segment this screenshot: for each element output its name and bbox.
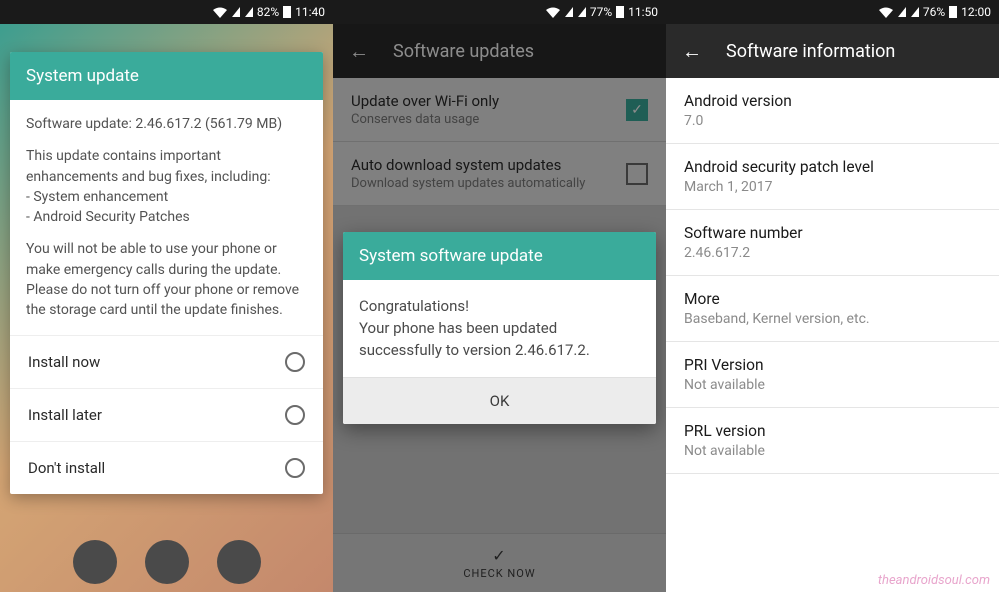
dialog-title: System update	[10, 52, 323, 100]
update-description-bullet: - Android Security Patches	[26, 207, 307, 227]
dialog-body: Congratulations! Your phone has been upd…	[343, 280, 656, 377]
ok-button[interactable]: OK	[343, 377, 656, 424]
info-title: PRI Version	[684, 356, 981, 374]
app-bar-title: Software information	[726, 41, 895, 62]
info-title: More	[684, 290, 981, 308]
battery-icon	[616, 6, 624, 18]
update-description-intro: This update contains important enhanceme…	[26, 146, 307, 187]
version-line: Software update: 2.46.617.2 (561.79 MB)	[26, 114, 307, 134]
clock: 11:40	[295, 5, 325, 19]
info-prl-version[interactable]: PRL version Not available	[666, 408, 999, 474]
clock: 12:00	[961, 5, 991, 19]
radio-icon	[285, 405, 305, 425]
info-value: 2.46.617.2	[684, 245, 981, 261]
signal-icon-2	[578, 7, 586, 17]
status-bar: 77% 11:50	[333, 0, 666, 24]
signal-icon	[565, 7, 573, 17]
dialog-title: System software update	[343, 232, 656, 280]
radio-icon	[285, 352, 305, 372]
wifi-icon	[546, 7, 560, 18]
clock: 11:50	[628, 5, 658, 19]
software-information-screen: ← Software information Android version 7…	[666, 24, 999, 592]
phone-2-update-success: 77% 11:50 ← Software updates Update over…	[333, 0, 666, 592]
app-bar: ← Software information	[666, 24, 999, 78]
option-install-now[interactable]: Install now	[10, 336, 323, 389]
info-value: March 1, 2017	[684, 179, 981, 195]
watermark: theandroidsoul.com	[878, 573, 990, 588]
dock-app-icon[interactable]	[73, 540, 117, 584]
info-software-number[interactable]: Software number 2.46.617.2	[666, 210, 999, 276]
radio-icon	[285, 458, 305, 478]
info-list: Android version 7.0 Android security pat…	[666, 78, 999, 474]
info-value: 7.0	[684, 113, 981, 129]
dock-app-icon[interactable]	[145, 540, 189, 584]
dock	[0, 540, 333, 584]
dock-app-icon[interactable]	[217, 540, 261, 584]
info-title: PRL version	[684, 422, 981, 440]
dialog-line: Congratulations!	[359, 296, 640, 318]
signal-icon	[898, 7, 906, 17]
wifi-icon	[879, 7, 893, 18]
software-updates-screen: ← Software updates Update over Wi-Fi onl…	[333, 24, 666, 592]
status-bar: 76% 12:00	[666, 0, 999, 24]
info-security-patch[interactable]: Android security patch level March 1, 20…	[666, 144, 999, 210]
signal-icon-2	[911, 7, 919, 17]
info-title: Android version	[684, 92, 981, 110]
home-wallpaper: System update Software update: 2.46.617.…	[0, 24, 333, 592]
option-install-later[interactable]: Install later	[10, 389, 323, 442]
status-bar: 82% 11:40	[0, 0, 333, 24]
battery-percentage: 76%	[923, 5, 945, 19]
signal-icon	[232, 7, 240, 17]
dialog-body: Software update: 2.46.617.2 (561.79 MB) …	[10, 100, 323, 335]
info-android-version[interactable]: Android version 7.0	[666, 78, 999, 144]
update-warning: You will not be able to use your phone o…	[26, 239, 307, 320]
option-label: Don't install	[28, 459, 105, 477]
install-options: Install now Install later Don't install	[10, 335, 323, 494]
option-label: Install now	[28, 353, 100, 371]
info-pri-version[interactable]: PRI Version Not available	[666, 342, 999, 408]
option-label: Install later	[28, 406, 102, 424]
battery-percentage: 77%	[590, 5, 612, 19]
system-update-dialog: System update Software update: 2.46.617.…	[10, 52, 323, 494]
wifi-icon	[213, 7, 227, 18]
dialog-line: Your phone has been updated successfully…	[359, 318, 640, 362]
info-title: Software number	[684, 224, 981, 242]
info-more[interactable]: More Baseband, Kernel version, etc.	[666, 276, 999, 342]
info-value: Not available	[684, 377, 981, 393]
back-icon[interactable]: ←	[682, 39, 702, 64]
battery-icon	[283, 6, 291, 18]
battery-icon	[949, 6, 957, 18]
info-value: Not available	[684, 443, 981, 459]
phone-3-software-information: 76% 12:00 ← Software information Android…	[666, 0, 999, 592]
option-dont-install[interactable]: Don't install	[10, 442, 323, 494]
update-success-dialog: System software update Congratulations! …	[343, 232, 656, 424]
update-description-bullet: - System enhancement	[26, 187, 307, 207]
signal-icon-2	[245, 7, 253, 17]
info-value: Baseband, Kernel version, etc.	[684, 311, 981, 327]
info-title: Android security patch level	[684, 158, 981, 176]
phone-1-system-update: 82% 11:40 System update Software update:…	[0, 0, 333, 592]
battery-percentage: 82%	[257, 5, 279, 19]
